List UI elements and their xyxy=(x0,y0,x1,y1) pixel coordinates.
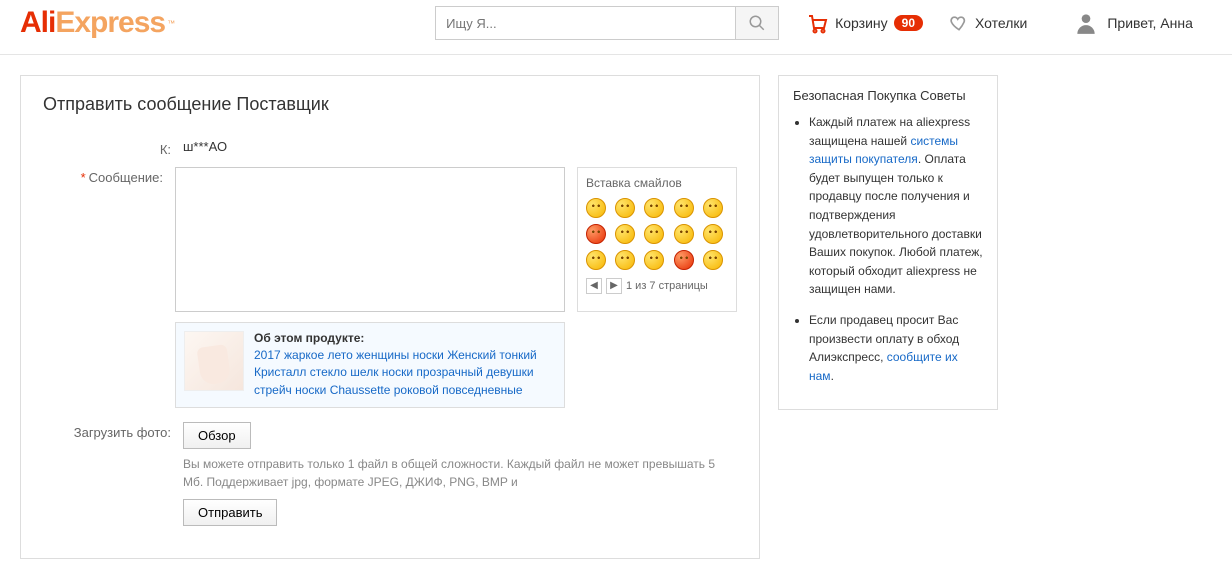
smiley-icon[interactable] xyxy=(586,250,606,270)
avatar-icon xyxy=(1073,10,1099,36)
search-icon xyxy=(748,14,766,32)
smiley-icon[interactable] xyxy=(703,198,723,218)
smiley-panel: Вставка смайлов xyxy=(577,167,737,312)
row-recipient: К: ш***АО xyxy=(43,139,737,157)
smiley-icon[interactable] xyxy=(644,250,664,270)
row-upload: Загрузить фото: Обзор Вы можете отправит… xyxy=(43,422,737,526)
cart-icon xyxy=(805,11,829,35)
search-input[interactable] xyxy=(435,6,735,40)
logo-part1: Ali xyxy=(20,6,55,39)
pager-prev-button[interactable]: ◀ xyxy=(586,278,602,294)
tips-title: Безопасная Покупка Советы xyxy=(793,88,983,103)
browse-button[interactable]: Обзор xyxy=(183,422,251,449)
site-header: AliExpress™ Корзину 90 Хотелки Привет, А… xyxy=(0,0,1232,55)
search-box xyxy=(435,6,779,40)
tip-item: Если продавец просит Вас произвести опла… xyxy=(809,311,983,385)
product-link[interactable]: 2017 жаркое лето женщины носки Женский т… xyxy=(254,348,537,397)
row-message: *Сообщение: Вставка смайлов xyxy=(43,167,737,408)
greeting: Привет, Анна xyxy=(1107,15,1193,31)
smiley-icon[interactable] xyxy=(674,250,694,270)
pager-next-button[interactable]: ▶ xyxy=(606,278,622,294)
label-message: *Сообщение: xyxy=(43,167,175,185)
smiley-pager: ◀ ▶ 1 из 7 страницы xyxy=(586,278,728,294)
heart-icon xyxy=(949,13,969,33)
message-textarea[interactable] xyxy=(175,167,565,312)
smiley-icon[interactable] xyxy=(674,198,694,218)
smiley-icon[interactable] xyxy=(703,250,723,270)
wishlist-label: Хотелки xyxy=(975,15,1027,31)
smiley-icon[interactable] xyxy=(615,224,635,244)
smiley-icon[interactable] xyxy=(615,250,635,270)
label-to: К: xyxy=(43,139,183,157)
account-link[interactable]: Привет, Анна xyxy=(1073,10,1199,36)
smiley-icon[interactable] xyxy=(615,198,635,218)
logo-part2: Express xyxy=(55,6,165,39)
recipient-value: ш***АО xyxy=(183,139,737,154)
smiley-grid xyxy=(586,198,728,270)
smiley-icon[interactable] xyxy=(674,224,694,244)
smiley-icon[interactable] xyxy=(586,198,606,218)
smiley-icon[interactable] xyxy=(586,224,606,244)
wishlist-link[interactable]: Хотелки xyxy=(949,13,1033,33)
upload-note: Вы можете отправить только 1 файл в обще… xyxy=(183,455,723,491)
cart-badge: 90 xyxy=(894,15,923,31)
cart-link[interactable]: Корзину 90 xyxy=(805,11,923,35)
smiley-title: Вставка смайлов xyxy=(586,176,728,190)
smiley-icon[interactable] xyxy=(644,198,664,218)
tip-item: Каждый платеж на aliexpress защищена наш… xyxy=(809,113,983,299)
smiley-icon[interactable] xyxy=(703,224,723,244)
smiley-icon[interactable] xyxy=(644,224,664,244)
product-heading: Об этом продукте: xyxy=(254,331,556,345)
logo[interactable]: AliExpress™ xyxy=(20,6,175,40)
logo-tm: ™ xyxy=(167,19,175,28)
product-thumbnail[interactable] xyxy=(184,331,244,391)
page-body: Отправить сообщение Поставщик К: ш***АО … xyxy=(0,55,1232,579)
tips-panel: Безопасная Покупка Советы Каждый платеж … xyxy=(778,75,998,410)
cart-label: Корзину xyxy=(835,15,888,31)
page-title: Отправить сообщение Поставщик xyxy=(43,94,737,115)
message-form-panel: Отправить сообщение Поставщик К: ш***АО … xyxy=(20,75,760,559)
search-button[interactable] xyxy=(735,6,779,40)
product-box: Об этом продукте: 2017 жаркое лето женщи… xyxy=(175,322,565,408)
tips-list: Каждый платеж на aliexpress защищена наш… xyxy=(793,113,983,385)
pager-text: 1 из 7 страницы xyxy=(626,280,708,292)
label-upload: Загрузить фото: xyxy=(43,422,183,440)
submit-button[interactable]: Отправить xyxy=(183,499,277,526)
